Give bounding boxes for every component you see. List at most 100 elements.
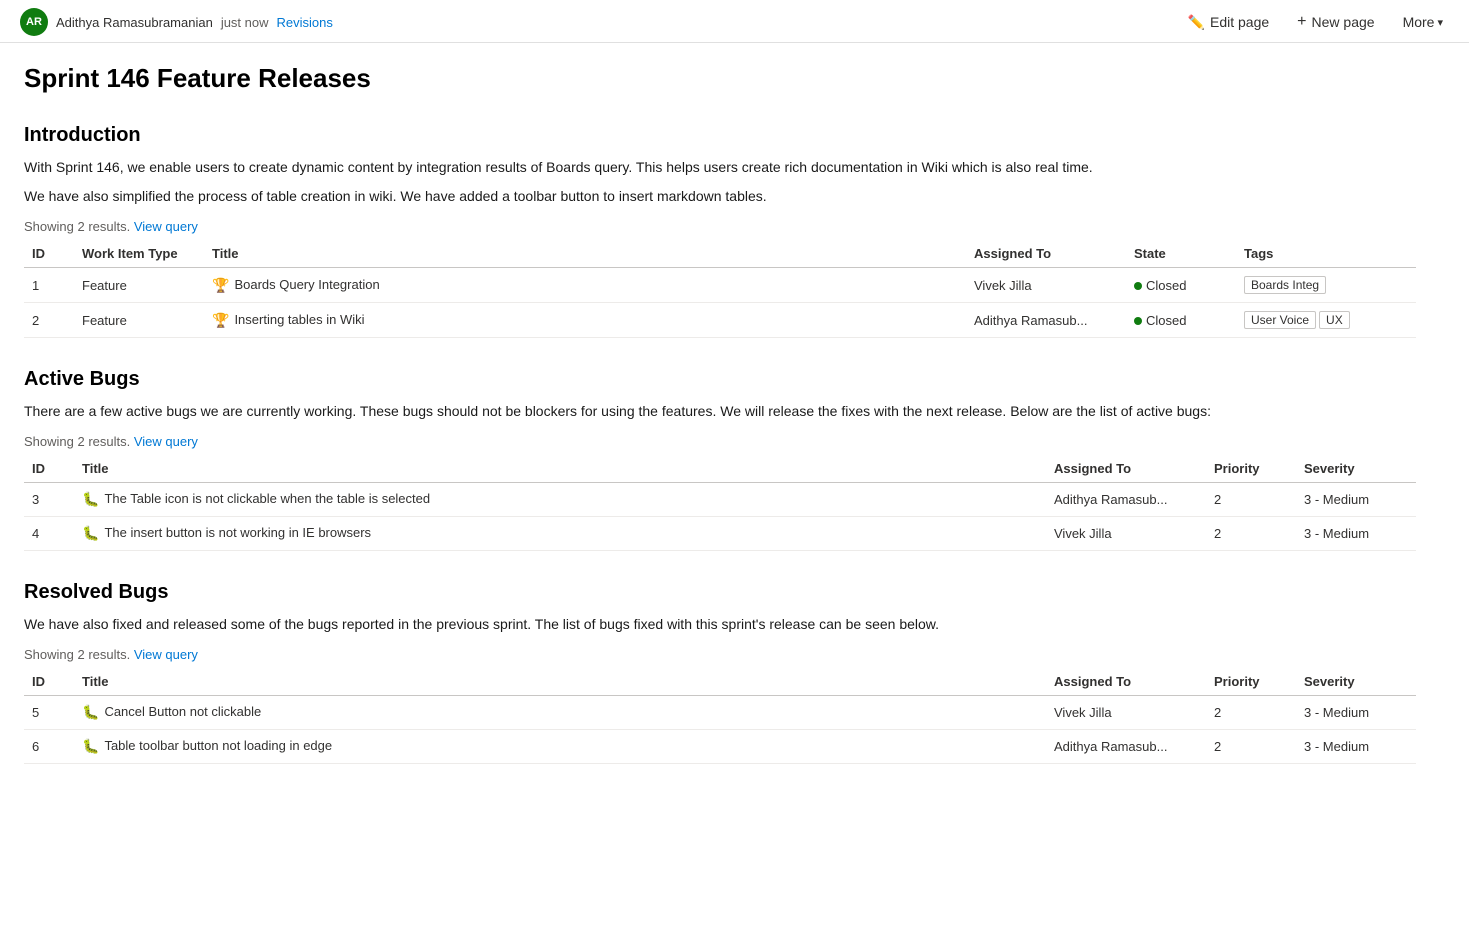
col-header-title: Title	[74, 668, 1046, 696]
tag-badge: User Voice	[1244, 311, 1316, 329]
paragraph-resolved-bugs-0: We have also fixed and released some of …	[24, 614, 1416, 635]
cell-assigned: Vivek Jilla	[1046, 517, 1206, 551]
cell-tags: User VoiceUX	[1236, 303, 1416, 338]
cell-priority: 2	[1206, 483, 1296, 517]
cell-id: 6	[24, 730, 74, 764]
avatar: AR	[20, 8, 48, 36]
cell-priority: 2	[1206, 517, 1296, 551]
state-dot	[1134, 317, 1142, 325]
cell-severity: 3 - Medium	[1296, 483, 1416, 517]
col-header-id: ID	[24, 668, 74, 696]
table-resolved-bugs: IDTitleAssigned ToPrioritySeverity5🐛Canc…	[24, 668, 1416, 764]
section-title-introduction: Introduction	[24, 124, 1416, 147]
cell-title: 🐛The Table icon is not clickable when th…	[74, 483, 1046, 517]
col-header-tags: Tags	[1236, 240, 1416, 268]
col-header-severity: Severity	[1296, 455, 1416, 483]
feature-icon: 🏆	[212, 312, 229, 329]
header-bar: AR Adithya Ramasubramanian just now Revi…	[0, 0, 1469, 43]
col-header-assigned-to: Assigned To	[966, 240, 1126, 268]
cell-assigned: Adithya Ramasub...	[1046, 730, 1206, 764]
feature-icon: 🏆	[212, 277, 229, 294]
paragraph-introduction-1: We have also simplified the process of t…	[24, 186, 1416, 207]
table-row[interactable]: 3🐛The Table icon is not clickable when t…	[24, 483, 1416, 517]
table-row[interactable]: 4🐛The insert button is not working in IE…	[24, 517, 1416, 551]
col-header-severity: Severity	[1296, 668, 1416, 696]
cell-tags: Boards Integ	[1236, 268, 1416, 303]
main-content: Sprint 146 Feature Releases Introduction…	[0, 43, 1440, 812]
header-right: ✏️ Edit page + New page More ▾	[1182, 9, 1449, 35]
edit-page-button[interactable]: ✏️ Edit page	[1182, 10, 1276, 35]
revisions-link[interactable]: Revisions	[277, 15, 333, 30]
cell-assigned: Adithya Ramasub...	[1046, 483, 1206, 517]
col-header-work-item-type: Work Item Type	[74, 240, 204, 268]
col-header-assigned-to: Assigned To	[1046, 455, 1206, 483]
new-page-label: New page	[1312, 14, 1375, 30]
table-row[interactable]: 1Feature🏆Boards Query IntegrationVivek J…	[24, 268, 1416, 303]
table-introduction: IDWork Item TypeTitleAssigned ToStateTag…	[24, 240, 1416, 338]
author-name: Adithya Ramasubramanian	[56, 15, 213, 30]
cell-type: Feature	[74, 268, 204, 303]
plus-icon: +	[1297, 13, 1306, 31]
section-active-bugs: Active Bugs There are a few active bugs w…	[24, 368, 1416, 551]
section-title-resolved-bugs: Resolved Bugs	[24, 581, 1416, 604]
cell-priority: 2	[1206, 730, 1296, 764]
tag-badge: UX	[1319, 311, 1350, 329]
cell-id: 5	[24, 696, 74, 730]
showing-results-resolved-bugs: Showing 2 results. View query	[24, 647, 1416, 662]
cell-title: 🏆Inserting tables in Wiki	[204, 303, 966, 338]
chevron-down-icon: ▾	[1437, 16, 1443, 29]
bug-icon: 🐛	[82, 704, 99, 721]
col-header-state: State	[1126, 240, 1236, 268]
bug-icon: 🐛	[82, 738, 99, 755]
pencil-icon: ✏️	[1188, 14, 1205, 31]
col-header-title: Title	[74, 455, 1046, 483]
cell-type: Feature	[74, 303, 204, 338]
cell-state: Closed	[1126, 303, 1236, 338]
page-title: Sprint 146 Feature Releases	[24, 63, 1416, 94]
cell-severity: 3 - Medium	[1296, 696, 1416, 730]
paragraph-active-bugs-0: There are a few active bugs we are curre…	[24, 401, 1416, 422]
tag-badge: Boards Integ	[1244, 276, 1326, 294]
section-title-active-bugs: Active Bugs	[24, 368, 1416, 391]
showing-results-introduction: Showing 2 results. View query	[24, 219, 1416, 234]
cell-id: 2	[24, 303, 74, 338]
cell-state: Closed	[1126, 268, 1236, 303]
bug-icon: 🐛	[82, 491, 99, 508]
cell-assigned: Vivek Jilla	[1046, 696, 1206, 730]
col-header-priority: Priority	[1206, 668, 1296, 696]
table-row[interactable]: 6🐛Table toolbar button not loading in ed…	[24, 730, 1416, 764]
new-page-button[interactable]: + New page	[1291, 9, 1380, 35]
cell-severity: 3 - Medium	[1296, 517, 1416, 551]
cell-priority: 2	[1206, 696, 1296, 730]
col-header-id: ID	[24, 455, 74, 483]
bug-icon: 🐛	[82, 525, 99, 542]
more-button[interactable]: More ▾	[1397, 10, 1449, 34]
table-row[interactable]: 5🐛Cancel Button not clickableVivek Jilla…	[24, 696, 1416, 730]
col-header-title: Title	[204, 240, 966, 268]
cell-assigned: Adithya Ramasub...	[966, 303, 1126, 338]
col-header-assigned-to: Assigned To	[1046, 668, 1206, 696]
cell-assigned: Vivek Jilla	[966, 268, 1126, 303]
cell-title: 🐛Cancel Button not clickable	[74, 696, 1046, 730]
state-dot	[1134, 282, 1142, 290]
table-active-bugs: IDTitleAssigned ToPrioritySeverity3🐛The …	[24, 455, 1416, 551]
section-introduction: IntroductionWith Sprint 146, we enable u…	[24, 124, 1416, 338]
showing-results-active-bugs: Showing 2 results. View query	[24, 434, 1416, 449]
cell-title: 🐛The insert button is not working in IE …	[74, 517, 1046, 551]
section-resolved-bugs: Resolved Bugs We have also fixed and rele…	[24, 581, 1416, 764]
cell-id: 3	[24, 483, 74, 517]
table-row[interactable]: 2Feature🏆Inserting tables in WikiAdithya…	[24, 303, 1416, 338]
header-left: AR Adithya Ramasubramanian just now Revi…	[20, 8, 333, 36]
col-header-priority: Priority	[1206, 455, 1296, 483]
cell-id: 1	[24, 268, 74, 303]
view-query-link-introduction[interactable]: View query	[134, 219, 198, 234]
view-query-link-resolved-bugs[interactable]: View query	[134, 647, 198, 662]
col-header-id: ID	[24, 240, 74, 268]
edit-page-label: Edit page	[1210, 14, 1269, 30]
cell-title: 🐛Table toolbar button not loading in edg…	[74, 730, 1046, 764]
sections-container: IntroductionWith Sprint 146, we enable u…	[24, 124, 1416, 764]
cell-severity: 3 - Medium	[1296, 730, 1416, 764]
view-query-link-active-bugs[interactable]: View query	[134, 434, 198, 449]
cell-id: 4	[24, 517, 74, 551]
cell-title: 🏆Boards Query Integration	[204, 268, 966, 303]
